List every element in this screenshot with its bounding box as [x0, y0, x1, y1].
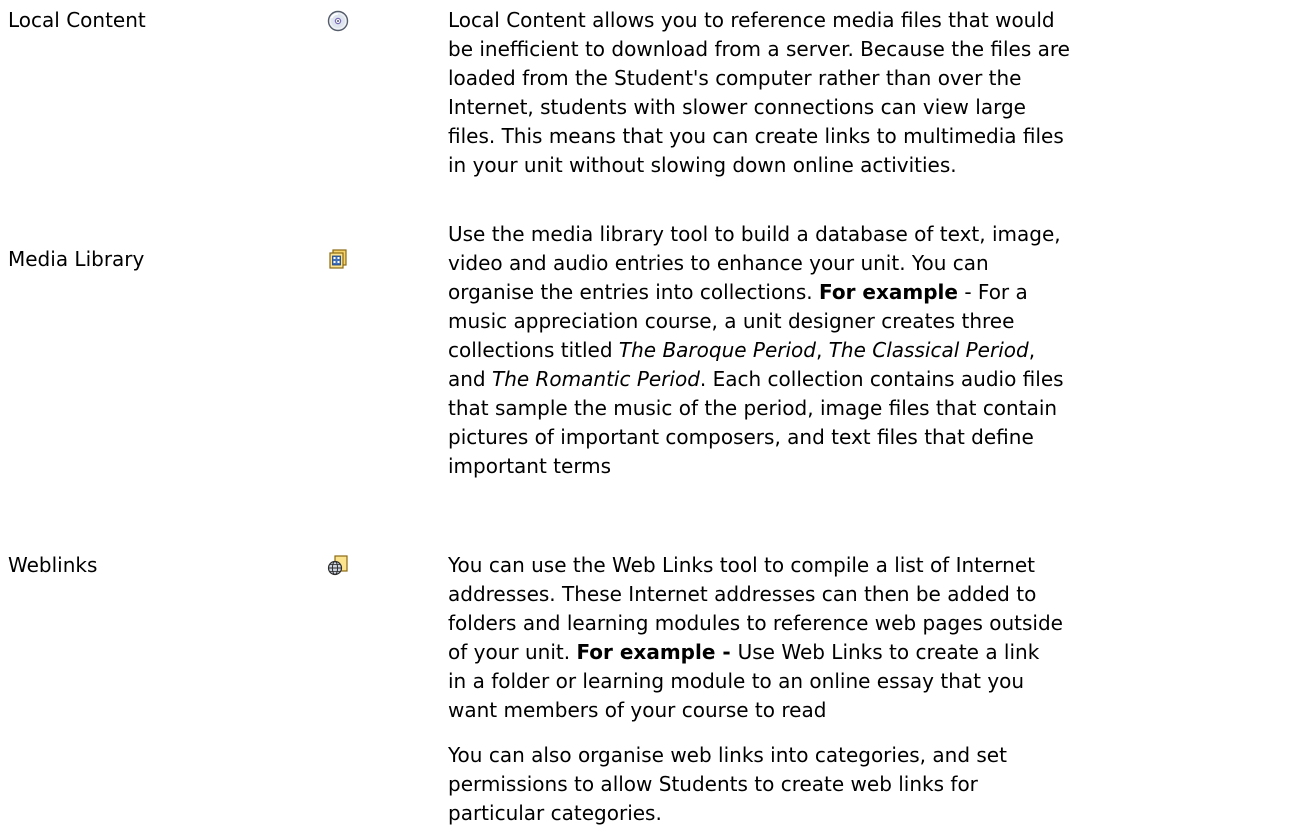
- description-line: pictures of important composers, and tex…: [448, 425, 1034, 449]
- description-line: You can also organise web links into cat…: [448, 743, 1007, 767]
- weblinks-globe-icon: [327, 554, 349, 576]
- description-line: Use the media library tool to build a da…: [448, 222, 1061, 246]
- tool-name-local-content: Local Content: [8, 8, 146, 32]
- description-line: folders and learning modules to referenc…: [448, 611, 1063, 635]
- tool-name-media-library: Media Library: [8, 247, 145, 271]
- description-line: be inefficient to download from a server…: [448, 37, 1070, 61]
- description-line: Local Content allows you to reference me…: [448, 8, 1055, 32]
- cd-disc-icon: [327, 10, 349, 32]
- collection-title: The Romantic Period: [491, 367, 700, 391]
- tool-description-weblinks: You can use the Web Links tool to compil…: [448, 551, 1268, 828]
- description-line: organise the entries into collections. F…: [448, 280, 1028, 304]
- media-library-icon: [327, 248, 349, 270]
- description-line: want members of your course to read: [448, 698, 827, 722]
- collection-title: The Baroque Period: [618, 338, 816, 362]
- tool-description-local-content: Local Content allows you to reference me…: [448, 6, 1268, 180]
- description-line: video and audio entries to enhance your …: [448, 251, 989, 275]
- collection-title: The Classical Period: [828, 338, 1029, 362]
- description-line: important terms: [448, 454, 612, 478]
- description-line: You can use the Web Links tool to compil…: [448, 553, 1035, 577]
- tool-description-media-library: Use the media library tool to build a da…: [448, 220, 1268, 481]
- description-line: files. This means that you can create li…: [448, 124, 1064, 148]
- description-line: that sample the music of the period, ima…: [448, 396, 1058, 420]
- for-example-label: For example: [819, 280, 958, 304]
- for-example-label: For example -: [576, 640, 738, 664]
- description-line: in your unit without slowing down online…: [448, 153, 957, 177]
- description-line: music appreciation course, a unit design…: [448, 309, 1015, 333]
- description-line: in a folder or learning module to an onl…: [448, 669, 1025, 693]
- description-line: particular categories.: [448, 801, 662, 825]
- description-line: Internet, students with slower connectio…: [448, 95, 1026, 119]
- tool-name-weblinks: Weblinks: [8, 553, 98, 577]
- description-line: collections titled The Baroque Period, T…: [448, 338, 1036, 362]
- description-line: loaded from the Student's computer rathe…: [448, 66, 1022, 90]
- description-line: permissions to allow Students to create …: [448, 772, 978, 796]
- description-line: addresses. These Internet addresses can …: [448, 582, 1037, 606]
- description-line: and The Romantic Period. Each collection…: [448, 367, 1064, 391]
- description-line: of your unit. For example - Use Web Link…: [448, 640, 1040, 664]
